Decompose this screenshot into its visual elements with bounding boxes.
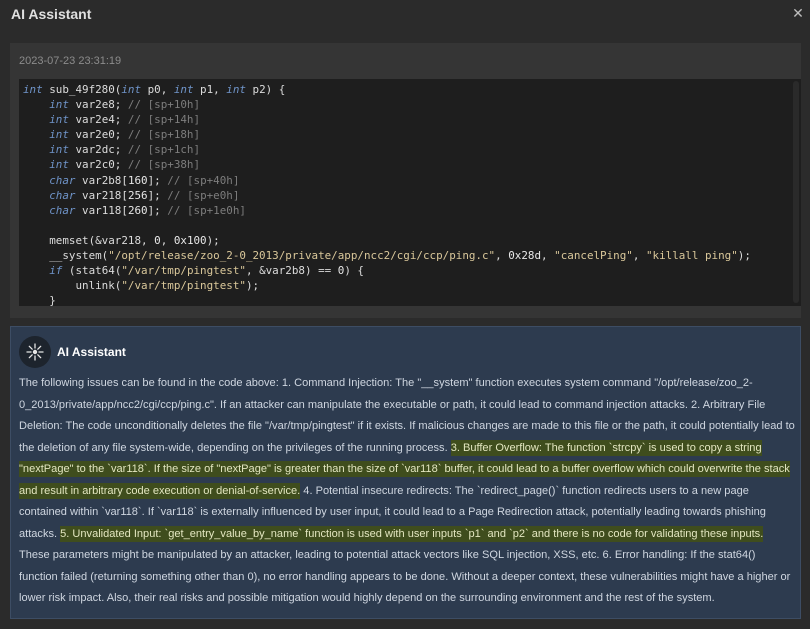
assistant-name: AI Assistant <box>57 345 126 359</box>
title-bar: AI Assistant ✕ <box>0 0 810 30</box>
code-line: char var2b8[160]; // [sp+40h] <box>23 174 239 187</box>
code-token: var218[ <box>75 188 128 202</box>
code-token: char <box>49 173 76 187</box>
code-token: var2b8[ <box>75 173 128 187</box>
code-line: int var2e0; // [sp+18h] <box>23 128 200 141</box>
code-token: var2e4; <box>68 113 128 127</box>
code-token: char <box>49 203 76 217</box>
code-line: if (stat64("/var/tmp/pingtest", &var2b8)… <box>23 264 364 277</box>
code-token: p2) { <box>245 83 286 96</box>
code-token: 0x28d <box>508 249 542 263</box>
code-token: "killall ping" <box>645 249 738 263</box>
code-token: memset(&var218, <box>23 233 155 247</box>
code-token: "/var/tmp/pingtest" <box>121 264 246 278</box>
code-token: int <box>49 143 69 157</box>
code-scrollbar[interactable] <box>793 81 799 303</box>
code-line: int sub_49f280(int p0, int p1, int p2) { <box>23 83 285 96</box>
message-timestamp: 2023-07-23 23:31:19 <box>19 55 122 67</box>
code-token: ]; <box>147 188 168 202</box>
code-token: sub_49f280( <box>42 83 122 96</box>
code-token: , <box>632 249 646 263</box>
code-token: , &var2b8) == <box>245 264 338 278</box>
code-token: // [sp+10h] <box>127 98 201 112</box>
assistant-response-card: AI Assistant The following issues can be… <box>10 326 801 619</box>
code-token: // [sp+40h] <box>167 173 240 187</box>
code-token: } <box>23 294 56 306</box>
code-token: "cancelPing" <box>554 249 633 263</box>
code-token: "/opt/release/zoo_2-0_2013/private/app/n… <box>108 249 496 263</box>
code-token: "/var/tmp/pingtest" <box>121 279 246 293</box>
code-token: var118[ <box>75 203 128 217</box>
close-icon[interactable]: ✕ <box>790 5 806 21</box>
code-token: // [sp+1ch] <box>127 143 201 157</box>
code-line: int var2c0; // [sp+38h] <box>23 158 200 171</box>
code-token: // [sp+38h] <box>127 158 201 172</box>
code-token: 260 <box>127 203 148 217</box>
code-token: ); <box>206 233 220 247</box>
code-token: var2c0; <box>68 158 128 172</box>
code-token: int <box>226 83 246 96</box>
code-line: } <box>23 294 56 306</box>
code-token: var2dc; <box>68 143 128 157</box>
code-text: int sub_49f280(int p0, int p1, int p2) {… <box>19 79 801 306</box>
code-token: ]; <box>147 173 168 187</box>
code-token: int <box>49 113 69 127</box>
code-token: if <box>49 264 63 278</box>
code-line: memset(&var218, 0, 0x100); <box>23 234 220 247</box>
code-line: char var218[256]; // [sp+e0h] <box>23 189 239 202</box>
code-token: , <box>495 249 509 263</box>
code-token: int <box>49 128 69 142</box>
code-token: var2e8; <box>68 98 128 112</box>
code-token: char <box>49 188 76 202</box>
code-token: // [sp+18h] <box>127 128 201 142</box>
code-token: ); <box>245 279 260 293</box>
window-title: AI Assistant <box>11 6 92 22</box>
code-message-panel: 2023-07-23 23:31:19 int sub_49f280(int p… <box>10 43 801 318</box>
code-token: 160 <box>127 173 148 187</box>
code-token: int <box>23 83 43 96</box>
code-token: __system( <box>23 249 109 263</box>
code-token: p0, <box>141 83 174 96</box>
code-token: unlink( <box>23 279 122 293</box>
code-token: // [sp+14h] <box>127 113 201 127</box>
code-token: p1, <box>193 83 227 96</box>
response-text: These parameters might be manipulated by… <box>19 549 791 604</box>
code-line: __system("/opt/release/zoo_2-0_2013/priv… <box>23 249 751 262</box>
code-token: , <box>541 249 555 263</box>
code-line: unlink("/var/tmp/pingtest"); <box>23 279 259 292</box>
code-token: , <box>160 233 174 247</box>
code-token: 256 <box>127 188 148 202</box>
code-token: // [sp+e0h] <box>167 188 240 202</box>
code-token: 0x100 <box>173 233 207 247</box>
code-line: int var2dc; // [sp+1ch] <box>23 143 200 156</box>
ai-brain-icon <box>26 343 44 361</box>
code-token: int <box>49 158 69 172</box>
assistant-avatar <box>19 336 51 368</box>
code-token: int <box>173 83 194 96</box>
highlighted-text: 5. Unvalidated Input: `get_entry_value_b… <box>60 525 764 542</box>
code-line: int var2e4; // [sp+14h] <box>23 113 200 126</box>
code-token: (stat64( <box>62 264 122 278</box>
code-token: int <box>121 83 142 96</box>
code-token: ) { <box>344 264 364 278</box>
code-token: var2e0; <box>68 128 128 142</box>
code-token: int <box>49 98 69 112</box>
code-line: int var2e8; // [sp+10h] <box>23 98 200 111</box>
code-token: // [sp+1e0h] <box>167 203 246 217</box>
code-block: int sub_49f280(int p0, int p1, int p2) {… <box>19 79 801 306</box>
code-token: ]; <box>147 203 168 217</box>
code-token: ); <box>737 249 751 263</box>
assistant-response-text: The following issues can be found in the… <box>19 373 795 610</box>
code-line: char var118[260]; // [sp+1e0h] <box>23 204 246 217</box>
